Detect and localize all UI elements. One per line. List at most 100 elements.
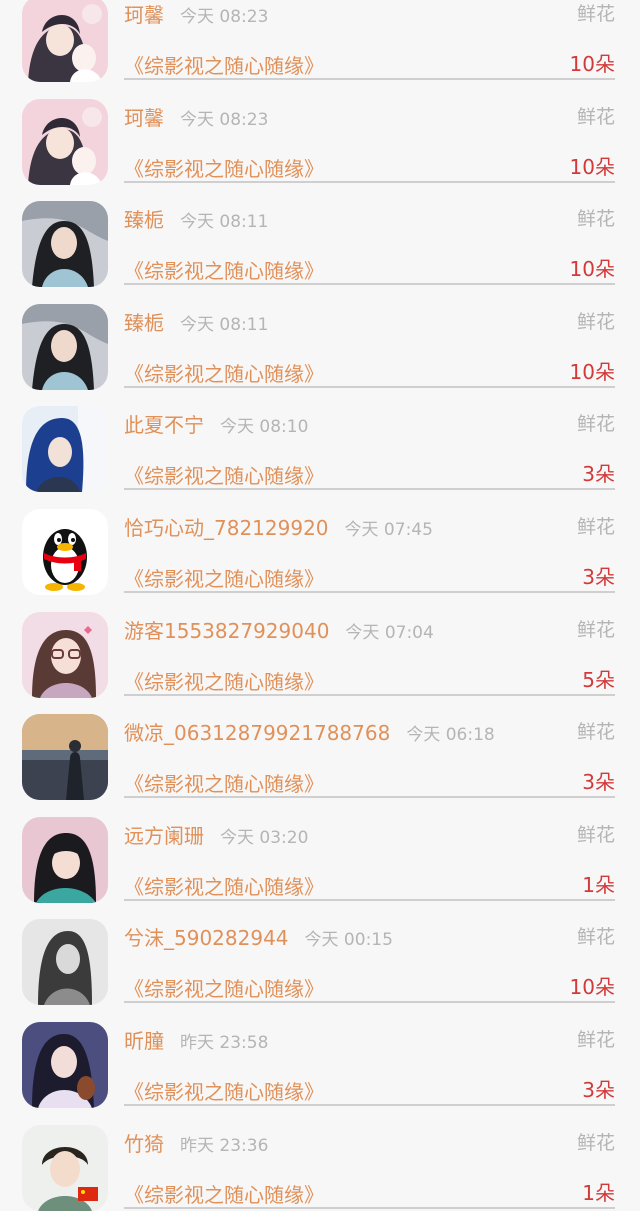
user-name-text: 昕朣 bbox=[124, 1028, 164, 1053]
list-item[interactable]: 臻栀 今天 08:11 鲜花 《综影视之随心随缘》 10朵 bbox=[0, 183, 640, 288]
gift-type: 鲜花 bbox=[576, 1131, 615, 1154]
avatar[interactable] bbox=[22, 919, 108, 1006]
timestamp: 今天 08:23 bbox=[180, 7, 269, 27]
flower-count: 3朵 bbox=[582, 462, 615, 487]
sunset-beach-avatar-icon bbox=[22, 714, 108, 801]
book-title[interactable]: 《综影视之随心随缘》 bbox=[124, 50, 324, 79]
flower-count: 10朵 bbox=[569, 257, 615, 282]
timestamp: 今天 00:15 bbox=[304, 930, 393, 951]
list-item[interactable]: 恰巧心动_782129920 今天 07:45 鲜花 《综影视之随心随缘》 3朵 bbox=[0, 491, 640, 595]
user-name: 珂馨 今天 08:23 bbox=[124, 102, 268, 131]
user-name-text: 此夏不宁 bbox=[124, 413, 204, 438]
user-name: 此夏不宁 今天 08:10 bbox=[124, 409, 308, 438]
list-item[interactable]: 远方阑珊 今天 03:20 鲜花 《综影视之随心随缘》 1朵 bbox=[0, 799, 640, 903]
gift-type: 鲜花 bbox=[576, 105, 615, 128]
avatar[interactable] bbox=[22, 714, 108, 801]
user-name-text: 臻栀 bbox=[124, 310, 164, 335]
user-name-text: 臻栀 bbox=[124, 208, 164, 233]
timestamp: 昨天 23:58 bbox=[180, 1032, 269, 1053]
violin-girl-avatar-icon bbox=[22, 1021, 108, 1108]
user-name-text: 恰巧心动_782129920 bbox=[124, 515, 329, 540]
book-title[interactable]: 《综影视之随心随缘》 bbox=[124, 768, 324, 797]
timestamp: 今天 06:18 bbox=[406, 725, 495, 746]
user-name-text: 竹猗 bbox=[124, 1131, 164, 1156]
user-name: 游客1553827929040 今天 07:04 bbox=[124, 615, 434, 644]
penguin-avatar-icon bbox=[22, 508, 108, 595]
book-title[interactable]: 《综影视之随心随缘》 bbox=[124, 563, 324, 592]
avatar[interactable] bbox=[22, 508, 108, 595]
book-title[interactable]: 《综影视之随心随缘》 bbox=[124, 153, 324, 182]
book-title[interactable]: 《综影视之随心随缘》 bbox=[124, 460, 324, 489]
flower-count: 10朵 bbox=[569, 154, 615, 179]
flower-count: 1朵 bbox=[582, 1180, 615, 1205]
gift-type: 鲜花 bbox=[576, 413, 615, 436]
list-item[interactable]: 游客1553827929040 今天 07:04 鲜花 《综影视之随心随缘》 5朵 bbox=[0, 594, 640, 698]
flower-count: 10朵 bbox=[569, 359, 615, 384]
list-item[interactable]: 臻栀 今天 08:11 鲜花 《综影视之随心随缘》 10朵 bbox=[0, 286, 640, 390]
user-name: 微凉_06312879921788768 今天 06:18 bbox=[124, 717, 495, 746]
user-name: 臻栀 今天 08:11 bbox=[124, 204, 268, 233]
user-name-text: 游客1553827929040 bbox=[124, 618, 330, 643]
list-item[interactable]: 微凉_06312879921788768 今天 06:18 鲜花 《综影视之随心随… bbox=[0, 696, 640, 801]
flower-count: 1朵 bbox=[582, 872, 615, 897]
user-name-text: 珂馨 bbox=[124, 105, 164, 130]
gift-type: 鲜花 bbox=[576, 721, 615, 744]
avatar[interactable] bbox=[22, 201, 108, 288]
gift-type: 鲜花 bbox=[576, 926, 615, 949]
avatar[interactable] bbox=[22, 611, 108, 698]
user-name: 昕朣 昨天 23:58 bbox=[124, 1025, 268, 1054]
timestamp: 今天 07:04 bbox=[345, 622, 434, 643]
avatar[interactable] bbox=[22, 1021, 108, 1108]
user-name: 恰巧心动_782129920 今天 07:45 bbox=[124, 512, 433, 541]
list-item[interactable]: 昕朣 昨天 23:58 鲜花 《综影视之随心随缘》 3朵 bbox=[0, 1004, 640, 1108]
book-title[interactable]: 《综影视之随心随缘》 bbox=[124, 871, 324, 900]
girl-glasses-avatar-icon bbox=[22, 611, 108, 698]
grey-portrait-avatar-icon bbox=[22, 919, 108, 1006]
gift-type: 鲜花 bbox=[576, 515, 615, 538]
flower-count: 3朵 bbox=[582, 564, 615, 589]
user-name-text: 远方阑珊 bbox=[124, 823, 204, 848]
book-title[interactable]: 《综影视之随心随缘》 bbox=[124, 973, 324, 1002]
timestamp: 今天 03:20 bbox=[220, 827, 309, 848]
book-title[interactable]: 《综影视之随心随缘》 bbox=[124, 666, 324, 695]
costume-lady-avatar-icon bbox=[22, 303, 108, 390]
gift-type: 鲜花 bbox=[576, 1028, 615, 1051]
list-item[interactable]: 珂馨 今天 08:23 鲜花 《综影视之随心随缘》 10朵 bbox=[0, 81, 640, 185]
gift-type: 鲜花 bbox=[576, 618, 615, 641]
avatar[interactable] bbox=[22, 0, 108, 82]
avatar[interactable] bbox=[22, 303, 108, 390]
book-title[interactable]: 《综影视之随心随缘》 bbox=[124, 1076, 324, 1105]
timestamp: 今天 08:10 bbox=[220, 417, 309, 438]
book-title[interactable]: 《综影视之随心随缘》 bbox=[124, 358, 324, 387]
avatar[interactable] bbox=[22, 406, 108, 493]
timestamp: 今天 08:23 bbox=[180, 109, 269, 130]
flower-count: 10朵 bbox=[569, 52, 615, 76]
avatar[interactable] bbox=[22, 816, 108, 903]
timestamp: 今天 08:11 bbox=[180, 212, 269, 233]
anime-couple-avatar-icon bbox=[22, 0, 108, 82]
user-name-text: 兮沫_590282944 bbox=[124, 926, 289, 951]
gift-type: 鲜花 bbox=[576, 823, 615, 846]
flower-count: 10朵 bbox=[569, 975, 615, 1000]
list-item[interactable]: 竹猗 昨天 23:36 鲜花 《综影视之随心随缘》 1朵 bbox=[0, 1107, 640, 1211]
gift-list: 珂馨 今天 08:23 鲜花 《综影视之随心随缘》 10朵 珂馨 今天 08:23 … bbox=[0, 0, 640, 1211]
list-item[interactable]: 此夏不宁 今天 08:10 鲜花 《综影视之随心随缘》 3朵 bbox=[0, 388, 640, 493]
timestamp: 今天 07:45 bbox=[344, 519, 433, 540]
user-name: 竹猗 昨天 23:36 bbox=[124, 1128, 268, 1157]
user-name-text: 珂馨 bbox=[124, 3, 164, 27]
user-name: 珂馨 今天 08:23 bbox=[124, 0, 268, 28]
list-item[interactable]: 兮沫_590282944 今天 00:15 鲜花 《综影视之随心随缘》 10朵 bbox=[0, 901, 640, 1006]
costume-lady-avatar-icon bbox=[22, 201, 108, 288]
user-name-text: 微凉_06312879921788768 bbox=[124, 721, 391, 746]
book-title[interactable]: 《综影视之随心随缘》 bbox=[124, 255, 324, 284]
user-name: 远方阑珊 今天 03:20 bbox=[124, 820, 308, 849]
anime-couple-avatar-icon bbox=[22, 98, 108, 185]
avatar[interactable] bbox=[22, 98, 108, 185]
book-title[interactable]: 《综影视之随心随缘》 bbox=[124, 1179, 324, 1208]
girl-bangs-avatar-icon bbox=[22, 816, 108, 903]
timestamp: 昨天 23:36 bbox=[180, 1135, 269, 1156]
user-name: 臻栀 今天 08:11 bbox=[124, 307, 268, 336]
list-item[interactable]: 珂馨 今天 08:23 鲜花 《综影视之随心随缘》 10朵 bbox=[0, 0, 640, 82]
flower-count: 5朵 bbox=[582, 667, 615, 692]
gift-type: 鲜花 bbox=[576, 310, 615, 333]
